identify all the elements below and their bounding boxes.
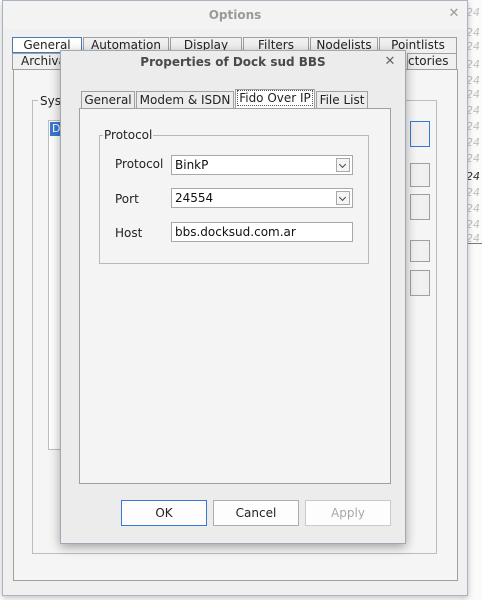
protocol-group-label: Protocol bbox=[103, 128, 154, 142]
protocol-select[interactable]: BinkP bbox=[171, 155, 353, 175]
options-tab-directories[interactable]: ctories bbox=[407, 53, 457, 70]
background-text: 24 bbox=[466, 58, 480, 71]
host-label: Host bbox=[115, 226, 143, 240]
port-value: 24554 bbox=[175, 191, 214, 205]
background-text: 24 bbox=[466, 120, 480, 133]
options-side-button[interactable] bbox=[410, 121, 430, 147]
properties-close-icon[interactable]: ✕ bbox=[383, 55, 397, 69]
options-title: Options bbox=[208, 8, 262, 22]
tab-label: Modem & ISDN bbox=[139, 93, 231, 107]
port-label: Port bbox=[115, 192, 139, 206]
background-text: 24 bbox=[466, 202, 480, 215]
options-titlebar: Options bbox=[3, 1, 467, 29]
cancel-button[interactable]: Cancel bbox=[213, 500, 299, 526]
properties-dialog: Properties of Dock sud BBS ✕ General Mod… bbox=[60, 50, 406, 544]
protocol-value: BinkP bbox=[175, 158, 209, 172]
background-text: 24 bbox=[466, 152, 480, 165]
background-text: 24 bbox=[466, 136, 480, 149]
options-side-button[interactable] bbox=[410, 194, 430, 220]
chevron-down-icon[interactable] bbox=[336, 158, 350, 172]
background-text: 24 bbox=[466, 186, 480, 199]
background-text: 24 bbox=[466, 218, 480, 231]
options-side-button[interactable] bbox=[410, 240, 430, 262]
options-side-button[interactable] bbox=[410, 163, 430, 187]
background-text: 24 bbox=[466, 6, 480, 19]
protocol-label: Protocol bbox=[115, 157, 164, 171]
apply-button: Apply bbox=[305, 500, 391, 526]
options-close-icon[interactable]: ✕ bbox=[447, 7, 461, 21]
background-text: 24 bbox=[466, 74, 480, 87]
background-text: 24 bbox=[466, 88, 480, 101]
tab-fido-over-ip[interactable]: Fido Over IP bbox=[235, 89, 315, 109]
options-side-button[interactable] bbox=[410, 270, 430, 296]
background-text: 24 bbox=[466, 104, 480, 117]
tab-label: General bbox=[84, 93, 132, 107]
properties-title: Properties of Dock sud BBS bbox=[140, 55, 326, 69]
background-text: 24 bbox=[466, 170, 480, 183]
background-text: 24 bbox=[466, 26, 480, 39]
background-text: 24 bbox=[466, 40, 480, 53]
port-select[interactable]: 24554 bbox=[171, 188, 353, 208]
tab-modem-isdn[interactable]: Modem & ISDN bbox=[136, 91, 234, 109]
tab-label: ctories bbox=[408, 54, 449, 68]
chevron-down-icon[interactable] bbox=[336, 191, 350, 205]
tab-general[interactable]: General bbox=[81, 91, 135, 109]
host-input[interactable] bbox=[171, 222, 353, 242]
ok-button[interactable]: OK bbox=[121, 500, 207, 526]
tab-label: Fido Over IP bbox=[237, 90, 313, 106]
tab-label: File List bbox=[319, 93, 365, 107]
tab-file-list[interactable]: File List bbox=[316, 91, 368, 109]
